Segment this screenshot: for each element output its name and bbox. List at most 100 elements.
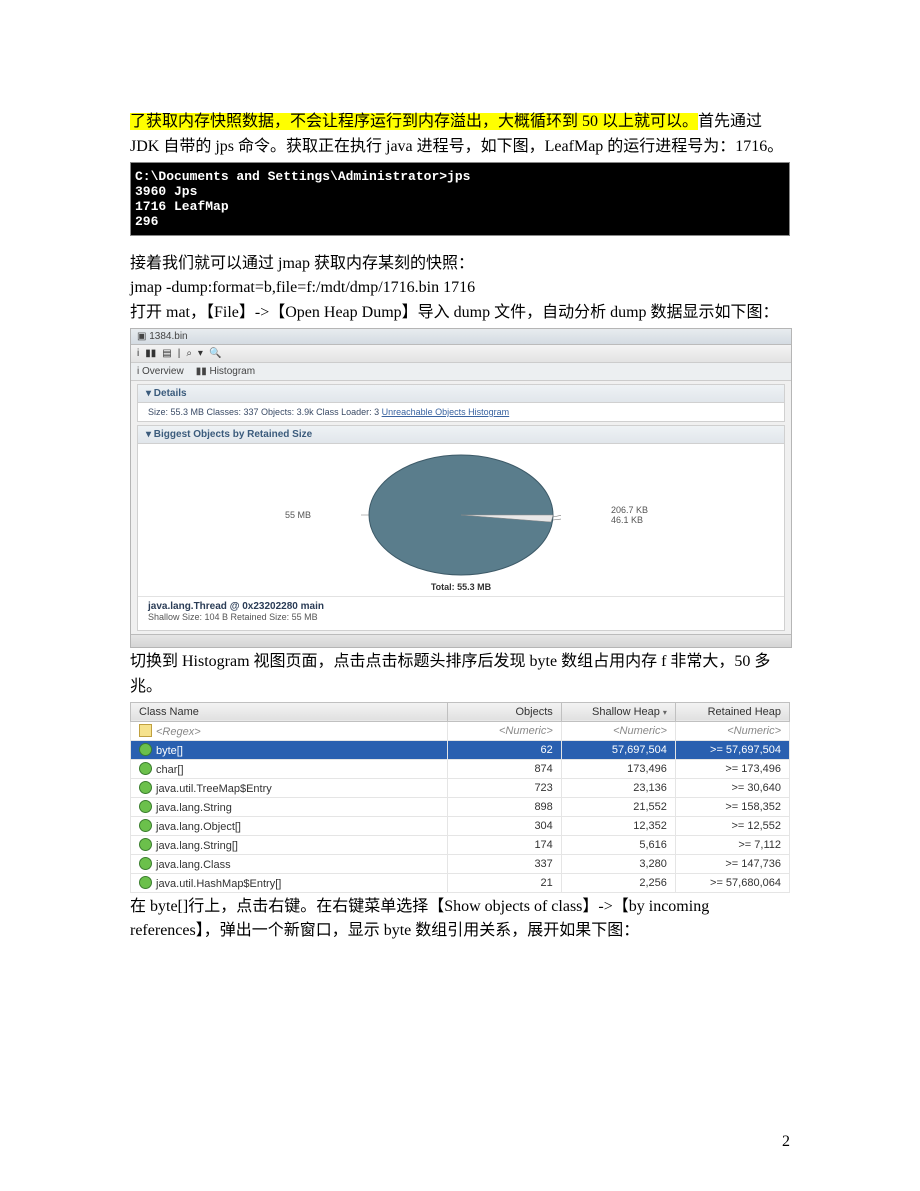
class-icon (139, 819, 152, 832)
numeric-cell: 337 (447, 854, 561, 873)
paragraph-2c: 打开 mat，【File】->【Open Heap Dump】导入 dump 文… (130, 301, 790, 326)
paragraph-2a: 接着我们就可以通过 jmap 获取内存某刻的快照： (130, 252, 790, 277)
class-name-cell: java.lang.String[] (131, 835, 448, 854)
numeric-cell: 173,496 (561, 759, 675, 778)
page-number: 2 (782, 1133, 790, 1151)
table-row[interactable]: java.lang.String[]1745,616>= 7,112 (131, 835, 790, 854)
pie-footer: java.lang.Thread @ 0x23202280 main Shall… (138, 596, 784, 630)
table-row[interactable]: java.lang.Class3373,280>= 147,736 (131, 854, 790, 873)
tab-histogram[interactable]: ▮▮ Histogram (196, 366, 255, 377)
numeric-cell: 12,352 (561, 816, 675, 835)
jmap-command: jmap -dump:format=b,file=f:/mdt/dmp/1716… (130, 276, 790, 301)
numeric-cell: >= 30,640 (675, 778, 789, 797)
table-row[interactable]: char[]874173,496>= 173,496 (131, 759, 790, 778)
numeric-cell: 57,697,504 (561, 740, 675, 759)
mat-file-name: 1384.bin (149, 331, 187, 342)
search-icon[interactable]: 🔍 (209, 348, 221, 359)
class-name-cell: char[] (131, 759, 448, 778)
class-name-cell: java.lang.String (131, 797, 448, 816)
details-body: Size: 55.3 MB Classes: 337 Objects: 3.9k… (138, 403, 784, 421)
pie-right-label-1: 206.7 KB (611, 505, 648, 515)
numeric-cell: 21,552 (561, 797, 675, 816)
numeric-cell: 304 (447, 816, 561, 835)
tab-overview[interactable]: i Overview (137, 366, 184, 377)
paragraph-1: 了获取内存快照数据，不会让程序运行到内存溢出，大概循环到 50 以上就可以。首先… (130, 110, 790, 160)
jps-terminal-output: C:\Documents and Settings\Administrator>… (130, 162, 790, 236)
numeric-cell: >= 57,680,064 (675, 873, 789, 892)
toolbar-icon[interactable]: ▾ (198, 348, 203, 359)
numeric-cell: >= 7,112 (675, 835, 789, 854)
sort-indicator-icon: ▾ (663, 708, 667, 717)
table-filter-row[interactable]: <Regex> <Numeric> <Numeric> <Numeric> (131, 721, 790, 740)
col-class-name[interactable]: Class Name (131, 702, 448, 721)
class-icon (139, 876, 152, 889)
col-objects[interactable]: Objects (447, 702, 561, 721)
class-icon (139, 857, 152, 870)
class-name-cell: byte[] (131, 740, 448, 759)
class-icon (139, 743, 152, 756)
toolbar-sep: | (178, 348, 181, 359)
unreachable-link[interactable]: Unreachable Objects Histogram (382, 407, 510, 417)
numeric-cell: 2,256 (561, 873, 675, 892)
mat-window-title: ▣ 1384.bin (131, 329, 791, 345)
pie-total: Total: 55.3 MB (138, 582, 784, 596)
details-header[interactable]: ▾ Details (138, 385, 784, 403)
histogram-table: Class Name Objects Shallow Heap▾ Retaine… (130, 702, 790, 893)
class-name-cell: java.lang.Class (131, 854, 448, 873)
mat-tabs: i Overview ▮▮ Histogram (131, 363, 791, 381)
file-icon: ▣ (137, 331, 146, 342)
class-name-cell: java.lang.Object[] (131, 816, 448, 835)
col-retained-heap[interactable]: Retained Heap (675, 702, 789, 721)
pie-right-label-2: 46.1 KB (611, 515, 643, 525)
numeric-cell: 23,136 (561, 778, 675, 797)
pie-chart (361, 450, 561, 580)
numeric-cell: 3,280 (561, 854, 675, 873)
paragraph-3: 切换到 Histogram 视图页面，点击点击标题头排序后发现 byte 数组占… (130, 650, 790, 700)
numeric-cell: 723 (447, 778, 561, 797)
class-icon (139, 781, 152, 794)
table-row[interactable]: byte[]6257,697,504>= 57,697,504 (131, 740, 790, 759)
horizontal-scrollbar[interactable] (131, 634, 791, 647)
regex-cell: <Numeric> (675, 721, 789, 740)
numeric-cell: 5,616 (561, 835, 675, 854)
pie-footer-main: java.lang.Thread @ 0x23202280 main (148, 601, 774, 612)
table-row[interactable]: java.util.HashMap$Entry[]212,256>= 57,68… (131, 873, 790, 892)
regex-cell: <Regex> (156, 726, 201, 738)
toolbar-icon[interactable]: ▮▮ (145, 348, 156, 359)
numeric-cell: >= 158,352 (675, 797, 789, 816)
class-icon (139, 838, 152, 851)
class-name-cell: java.util.HashMap$Entry[] (131, 873, 448, 892)
class-icon (139, 800, 152, 813)
table-row[interactable]: java.util.TreeMap$Entry72323,136>= 30,64… (131, 778, 790, 797)
toolbar-icon[interactable]: ▤ (162, 348, 171, 359)
toolbar-icon[interactable]: i (137, 348, 139, 359)
numeric-cell: 874 (447, 759, 561, 778)
mat-biggest-section: ▾ Biggest Objects by Retained Size 55 MB… (137, 425, 785, 631)
pie-left-label: 55 MB (142, 510, 311, 520)
numeric-cell: 898 (447, 797, 561, 816)
numeric-cell: 62 (447, 740, 561, 759)
numeric-cell: >= 147,736 (675, 854, 789, 873)
numeric-cell: 21 (447, 873, 561, 892)
table-row[interactable]: java.lang.String89821,552>= 158,352 (131, 797, 790, 816)
pie-chart-area: 55 MB 206.7 KB 46.1 KB (138, 444, 784, 582)
highlighted-text: 了获取内存快照数据，不会让程序运行到内存溢出，大概循环到 50 以上就可以。 (130, 113, 698, 130)
pie-footer-sub: Shallow Size: 104 B Retained Size: 55 MB (148, 612, 774, 622)
paragraph-4: 在 byte[]行上，点击右键。在右键菜单选择【Show objects of … (130, 895, 790, 945)
numeric-cell: >= 12,552 (675, 816, 789, 835)
class-icon (139, 762, 152, 775)
table-row[interactable]: java.lang.Object[]30412,352>= 12,552 (131, 816, 790, 835)
numeric-cell: >= 57,697,504 (675, 740, 789, 759)
filter-icon (139, 724, 152, 737)
class-name-cell: java.util.TreeMap$Entry (131, 778, 448, 797)
col-shallow-heap-label: Shallow Heap (592, 706, 660, 718)
mat-details-section: ▾ Details Size: 55.3 MB Classes: 337 Obj… (137, 384, 785, 422)
pie-right-labels: 206.7 KB 46.1 KB (611, 505, 780, 525)
regex-cell: <Numeric> (447, 721, 561, 740)
biggest-header[interactable]: ▾ Biggest Objects by Retained Size (138, 426, 784, 444)
col-shallow-heap[interactable]: Shallow Heap▾ (561, 702, 675, 721)
toolbar-icon[interactable]: ⌕ (186, 348, 192, 359)
numeric-cell: >= 173,496 (675, 759, 789, 778)
details-stats: Size: 55.3 MB Classes: 337 Objects: 3.9k… (148, 407, 382, 417)
mat-overview-screenshot: ▣ 1384.bin i ▮▮ ▤ | ⌕ ▾ 🔍 i Overview ▮▮ … (130, 328, 792, 648)
